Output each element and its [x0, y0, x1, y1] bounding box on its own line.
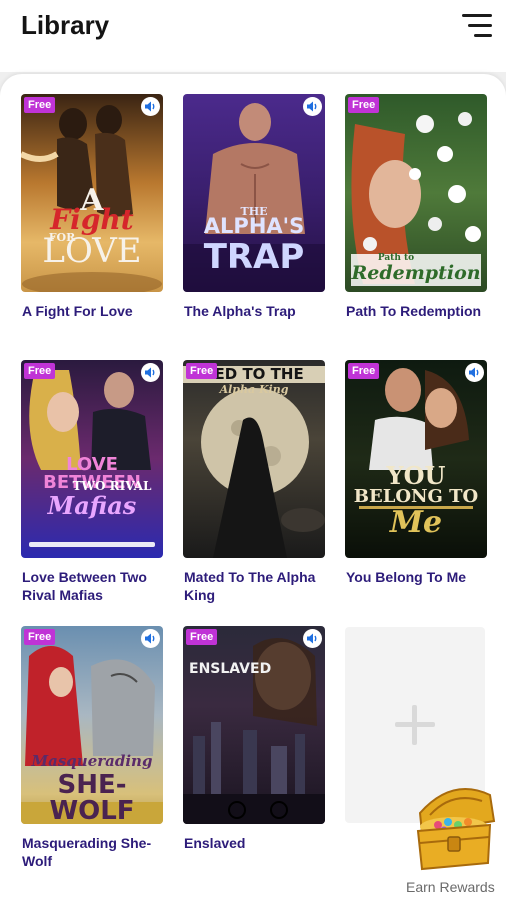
- hamburger-menu-icon[interactable]: [462, 14, 492, 38]
- book-cover[interactable]: ENSLAVED: [183, 626, 325, 824]
- book-title[interactable]: Path To Redemption: [346, 302, 496, 320]
- book-cover[interactable]: YOU BELONG TO Me: [345, 360, 487, 558]
- speaker-icon: [303, 97, 322, 116]
- free-badge: Free: [186, 629, 218, 645]
- cover-title-line: BELONG TO: [353, 486, 479, 507]
- plus-icon: [412, 705, 417, 745]
- book-title[interactable]: A Fight For Love: [22, 302, 172, 320]
- book-cover[interactable]: TED TO THE Alpha King: [183, 360, 325, 558]
- free-badge: Free: [24, 97, 56, 113]
- book-title[interactable]: The Alpha's Trap: [184, 302, 334, 320]
- book-title[interactable]: Enslaved: [184, 834, 334, 852]
- free-badge: Free: [24, 629, 56, 645]
- book-cover[interactable]: LOVE BETWEEN TWO RIVAL Mafias: [21, 360, 163, 558]
- free-badge: Free: [24, 363, 56, 379]
- book-cover[interactable]: A Fight FOR LOVE: [21, 94, 163, 292]
- cover-title-line: Masquerading: [31, 752, 153, 770]
- cover-title-line: Mafias: [47, 491, 137, 520]
- free-badge: Free: [348, 97, 380, 113]
- earn-rewards-button[interactable]: Earn Rewards: [400, 775, 506, 900]
- book-title[interactable]: You Belong To Me: [346, 568, 496, 586]
- speaker-icon: [465, 363, 484, 382]
- cover-title-line: TRAP: [203, 237, 305, 277]
- cover-art: [183, 638, 325, 824]
- free-badge: Free: [348, 363, 380, 379]
- app-header: Library: [0, 0, 506, 72]
- book-cover[interactable]: THE ALPHA'S TRAP: [183, 94, 325, 292]
- cover-title-line: ENSLAVED: [189, 661, 272, 677]
- cover-title-line: Fight: [50, 203, 134, 236]
- speaker-icon: [141, 97, 160, 116]
- book-title[interactable]: Love Between Two Rival Mafias: [22, 568, 172, 604]
- treasure-chest-icon: [416, 788, 496, 871]
- cover-title-line: Alpha King: [219, 383, 289, 396]
- cover-title-line: Me: [389, 505, 443, 540]
- speaker-icon: [141, 363, 160, 382]
- cover-title-line: Redemption: [351, 262, 481, 284]
- cover-title-line: SHE-WOLF: [49, 770, 135, 824]
- book-title[interactable]: Masquerading She-Wolf: [22, 834, 172, 870]
- earn-rewards-label: Earn Rewards: [406, 879, 495, 895]
- free-badge: Free: [186, 363, 218, 379]
- cover-title-line: ALPHA'S: [203, 214, 305, 238]
- page-title: Library: [21, 10, 110, 40]
- book-cover[interactable]: Masquerading SHE-WOLF: [21, 626, 163, 824]
- book-title[interactable]: Mated To The Alpha King: [184, 568, 334, 604]
- cover-title-line: YOU: [386, 461, 446, 490]
- speaker-icon: [303, 629, 322, 648]
- cover-title-line: LOVE: [42, 231, 142, 271]
- speaker-icon: [141, 629, 160, 648]
- book-cover[interactable]: Path to Redemption: [345, 94, 487, 292]
